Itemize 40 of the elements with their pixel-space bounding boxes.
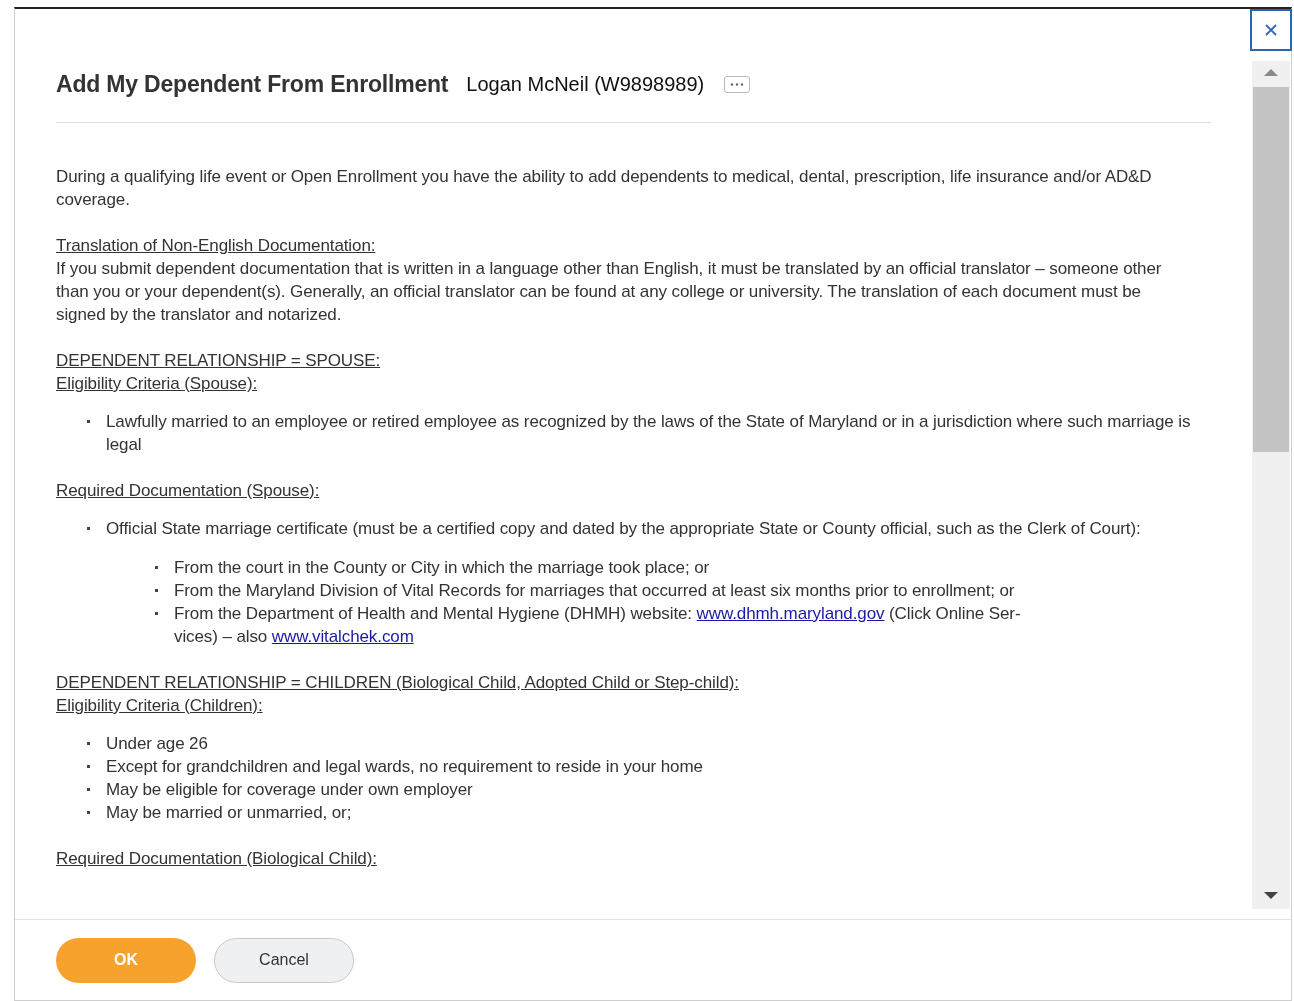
employee-name: Logan McNeil (W9898989) [466,73,705,96]
link[interactable]: www.vitalchek.com [271,627,414,646]
list-item-text: From the court in the County or City in which the marriage took place; or [174,557,711,579]
list-item-text: From the Maryland Division of Vital Records for marriages that occurred at least six months prior to enrollment; or [174,580,1016,602]
section-heading: Translation of Non-English Documentation: [56,235,377,257]
bullet-icon [87,527,90,530]
list-item-text: Lawfully married to an employee or retired employee as recognized by the laws of the State of Maryland or in a jurisdiction where such marriage is legal [106,411,1191,456]
paragraph: During a qualifying life event or Open Enrollment you have the ability to add dependents to medical, dental, prescription, life insurance and/or AD&D coverage. [56,166,1153,211]
list-item-text: Official State marriage certificate (must be a certified copy and dated by the appropriate State or County official, such as the Clerk of Court): [106,518,1142,540]
dialog-title: Add My Dependent From Enrollment [56,71,449,98]
bullet-icon [155,566,158,569]
more-button[interactable] [724,76,751,93]
cancel-button[interactable]: Cancel [214,937,354,983]
bullet-icon [155,589,158,592]
section-heading: Eligibility Criteria (Children): [56,695,264,717]
list-item-text: From the Department of Health and Mental Hygiene (DHMH) website: www.dhmh.maryland.gov (Click Online Ser- vices) – also www.vitalchek.com [174,603,1022,648]
link[interactable]: www.dhmh.maryland.gov [696,604,885,623]
list-item-text: May be married or unmarried, or; [106,802,353,824]
close-icon [1264,23,1278,37]
bullet-icon [87,765,90,768]
section-heading: Required Documentation (Spouse): [56,480,321,502]
scroll-thumb[interactable] [1253,87,1289,452]
list-item-text: Under age 26 [106,733,209,755]
section-heading: DEPENDENT RELATIONSHIP = CHILDREN (Biological Child, Adopted Child or Step-child): [56,672,740,694]
bullet-icon [87,742,90,745]
scroll-up-icon[interactable] [1263,67,1279,77]
list-item-text: Except for grandchildren and legal wards, no requirement to reside in your home [106,756,704,778]
list-item-text: May be eligible for coverage under own employer [106,779,474,801]
bullet-icon [87,811,90,814]
paragraph: If you submit dependent documentation that is written in a language other than English, it must be translated by an official translator – someone other than you or your dependent(s). Generally, an official translator can be found at any college or university. The translation of each document must be signed by the translator and notarized. [56,258,1163,326]
close-button[interactable] [1250,9,1292,51]
section-heading: DEPENDENT RELATIONSHIP = SPOUSE: [56,350,382,372]
scrollbar[interactable] [1252,61,1290,909]
scroll-down-icon[interactable] [1263,891,1279,901]
bullet-icon [155,612,158,615]
bullet-icon [87,788,90,791]
bullet-icon [87,420,90,423]
more-icon [730,83,745,86]
section-heading: Eligibility Criteria (Spouse): [56,373,259,395]
section-heading: Required Documentation (Biological Child): [56,848,378,870]
